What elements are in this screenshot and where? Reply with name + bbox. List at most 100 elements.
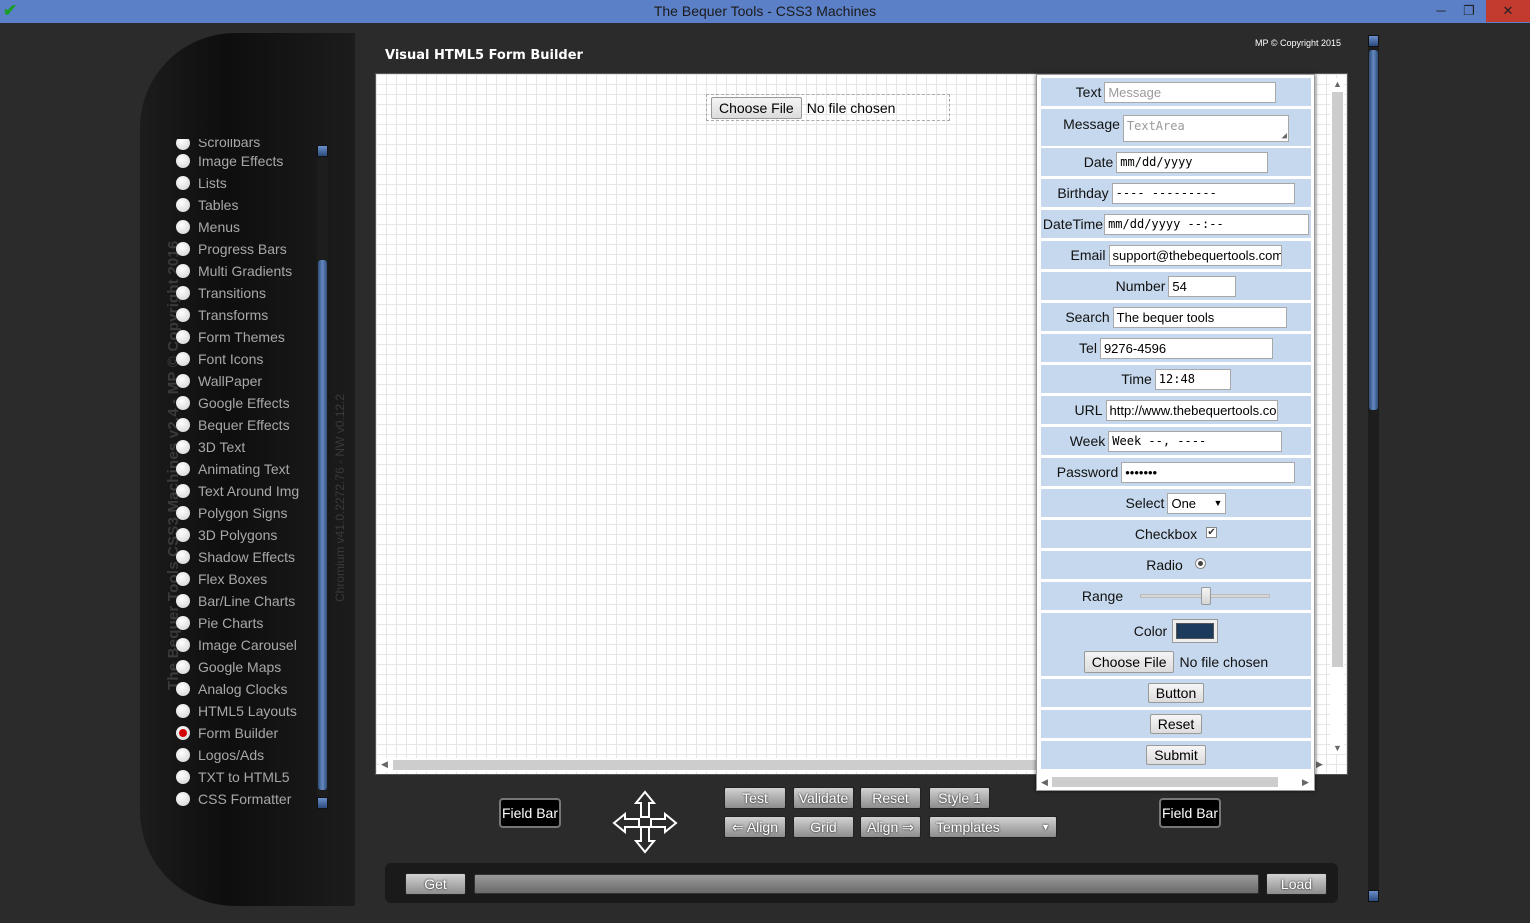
sidebar-item[interactable]: HTML5 Layouts bbox=[176, 700, 316, 722]
field-panel-h-scrollbar-thumb[interactable] bbox=[1052, 777, 1278, 787]
sidebar-item[interactable]: Image Carousel bbox=[176, 634, 316, 656]
canvas-h-scrollbar-thumb[interactable] bbox=[393, 760, 1038, 770]
search-input[interactable]: The bequer tools bbox=[1112, 306, 1287, 328]
sidebar-item[interactable]: Bar/Line Charts bbox=[176, 590, 316, 612]
range-thumb[interactable] bbox=[1201, 587, 1212, 605]
sidebar-item[interactable]: Google Maps bbox=[176, 656, 316, 678]
sidebar-item-label: Transitions bbox=[198, 285, 266, 301]
sidebar-item-label: Shadow Effects bbox=[198, 549, 296, 565]
main-scrollbar-thumb[interactable] bbox=[1369, 50, 1378, 410]
url-input[interactable]: http://www.thebequertools.com bbox=[1105, 399, 1278, 421]
password-input[interactable]: ••••••• bbox=[1121, 461, 1296, 483]
sidebar-item[interactable]: Text Around Img bbox=[176, 480, 316, 502]
field-panel-scroll-left-icon[interactable]: ◀ bbox=[1041, 777, 1048, 788]
form-submit-button[interactable]: Submit bbox=[1146, 745, 1206, 765]
radio-input[interactable] bbox=[1194, 558, 1206, 569]
sidebar-scroll-down-arrow[interactable] bbox=[317, 797, 328, 809]
sidebar-item[interactable]: 3D Polygons bbox=[176, 524, 316, 546]
sidebar-item[interactable]: Animating Text bbox=[176, 458, 316, 480]
sidebar-scrollbar-thumb[interactable] bbox=[318, 260, 327, 790]
tel-input[interactable]: 9276-4596 bbox=[1099, 337, 1273, 359]
grid-button[interactable]: Grid bbox=[793, 816, 854, 838]
text-input[interactable]: Message bbox=[1104, 81, 1277, 103]
sidebar-item[interactable]: Transforms bbox=[176, 304, 316, 326]
test-button[interactable]: Test bbox=[724, 787, 786, 809]
week-input[interactable]: Week --, ---- bbox=[1108, 430, 1283, 452]
code-input-field[interactable] bbox=[474, 874, 1259, 894]
sidebar-item[interactable]: Google Effects bbox=[176, 392, 316, 414]
sidebar-item[interactable]: Analog Clocks bbox=[176, 678, 316, 700]
canvas-file-field[interactable]: Choose File No file chosen bbox=[706, 94, 950, 121]
color-input[interactable] bbox=[1172, 618, 1219, 643]
sidebar-item[interactable]: TXT to HTML5 bbox=[176, 766, 316, 788]
sidebar-item[interactable]: Progress Bars bbox=[176, 238, 316, 260]
checkbox-input[interactable]: ✔ bbox=[1206, 527, 1218, 538]
maximize-button[interactable]: ❐ bbox=[1458, 0, 1480, 22]
date-input[interactable]: mm/dd/yyyy bbox=[1116, 151, 1269, 173]
minimize-button[interactable]: ─ bbox=[1430, 0, 1452, 22]
validate-button[interactable]: Validate bbox=[793, 787, 854, 809]
field-panel-scroll-right-icon[interactable]: ▶ bbox=[1302, 777, 1309, 788]
sidebar-item[interactable]: Multi Gradients bbox=[176, 260, 316, 282]
sidebar-item[interactable]: Shadow Effects bbox=[176, 546, 316, 568]
datetime-input[interactable]: mm/dd/yyyy --:-- bbox=[1104, 213, 1310, 235]
reset-button[interactable]: Reset bbox=[860, 787, 921, 809]
field-row-number: Number 54 bbox=[1041, 272, 1311, 300]
sidebar-item[interactable]: Logos/Ads bbox=[176, 744, 316, 766]
sidebar-item[interactable]: WallPaper bbox=[176, 370, 316, 392]
form-choose-file-button[interactable]: Choose File bbox=[1083, 651, 1175, 673]
sidebar-item[interactable]: Font Icons bbox=[176, 348, 316, 370]
sidebar-item[interactable]: Pie Charts bbox=[176, 612, 316, 634]
canvas-scroll-down-icon[interactable]: ▼ bbox=[1333, 743, 1342, 753]
sidebar-item[interactable]: Flex Boxes bbox=[176, 568, 316, 590]
field-row-date: Date mm/dd/yyyy bbox=[1041, 148, 1311, 176]
templates-dropdown[interactable]: Templates ▼ bbox=[929, 816, 1057, 838]
move-arrows-icon[interactable] bbox=[612, 790, 678, 854]
align-right-button[interactable]: Align ⇒ bbox=[860, 816, 921, 838]
get-button[interactable]: Get bbox=[405, 873, 466, 895]
align-left-button[interactable]: ⇐ Align bbox=[724, 816, 786, 838]
field-bar-left-button[interactable]: Field Bar bbox=[499, 798, 561, 828]
birthday-input[interactable]: ---- --------- bbox=[1111, 182, 1295, 204]
sidebar-item[interactable]: Lists bbox=[176, 172, 316, 194]
field-bar-right-button[interactable]: Field Bar bbox=[1159, 798, 1221, 828]
sidebar-item[interactable]: 3D Text bbox=[176, 436, 316, 458]
sidebar-scroll-up-arrow[interactable] bbox=[317, 145, 328, 157]
sidebar-item[interactable]: Image Effects bbox=[176, 150, 316, 172]
range-slider[interactable] bbox=[1140, 587, 1271, 605]
canvas-scroll-up-icon[interactable]: ▲ bbox=[1333, 79, 1342, 89]
canvas-choose-file-button[interactable]: Choose File bbox=[711, 96, 802, 119]
text-label: Text bbox=[1075, 84, 1102, 100]
sidebar-item[interactable]: CSS Formatter bbox=[176, 788, 316, 810]
main-scroll-up-arrow[interactable] bbox=[1368, 35, 1379, 47]
sidebar-vertical-subtitle-text: Chromium v41.0.2272.76 - NW v0.12.2 bbox=[333, 393, 347, 602]
resize-grip-icon[interactable]: ◢ bbox=[1281, 131, 1286, 141]
form-reset-button[interactable]: Reset bbox=[1149, 714, 1203, 734]
main-scroll-down-arrow[interactable] bbox=[1368, 890, 1379, 902]
sidebar-item-label: Flex Boxes bbox=[198, 571, 268, 587]
canvas-scroll-left-icon[interactable]: ◀ bbox=[381, 759, 388, 770]
sidebar-item[interactable]: Scrollbars bbox=[176, 139, 316, 150]
sidebar-item[interactable]: Transitions bbox=[176, 282, 316, 304]
email-input[interactable]: support@thebequertools.com bbox=[1108, 244, 1282, 266]
sidebar-item[interactable]: Polygon Signs bbox=[176, 502, 316, 524]
radio-icon bbox=[176, 440, 190, 454]
form-button[interactable]: Button bbox=[1147, 683, 1205, 703]
close-button[interactable]: ✕ bbox=[1486, 0, 1530, 22]
style-button[interactable]: Style 1 bbox=[929, 787, 990, 809]
time-input[interactable]: 12:48 bbox=[1154, 368, 1231, 390]
number-input[interactable]: 54 bbox=[1168, 275, 1237, 297]
canvas-v-scrollbar-thumb[interactable] bbox=[1332, 92, 1343, 667]
sidebar-item[interactable]: Menus bbox=[176, 216, 316, 238]
sidebar-item[interactable]: Form Builder bbox=[176, 722, 316, 744]
canvas-scroll-right-icon[interactable]: ▶ bbox=[1316, 759, 1323, 770]
select-dropdown[interactable]: One ▼ bbox=[1167, 492, 1227, 514]
load-button[interactable]: Load bbox=[1266, 873, 1327, 895]
message-textarea[interactable]: TextArea ◢ bbox=[1122, 115, 1289, 142]
sidebar-item-label: TXT to HTML5 bbox=[198, 769, 290, 785]
sidebar-item[interactable]: Form Themes bbox=[176, 326, 316, 348]
radio-icon bbox=[176, 176, 190, 190]
sidebar-item[interactable]: Bequer Effects bbox=[176, 414, 316, 436]
radio-icon bbox=[176, 330, 190, 344]
sidebar-item[interactable]: Tables bbox=[176, 194, 316, 216]
